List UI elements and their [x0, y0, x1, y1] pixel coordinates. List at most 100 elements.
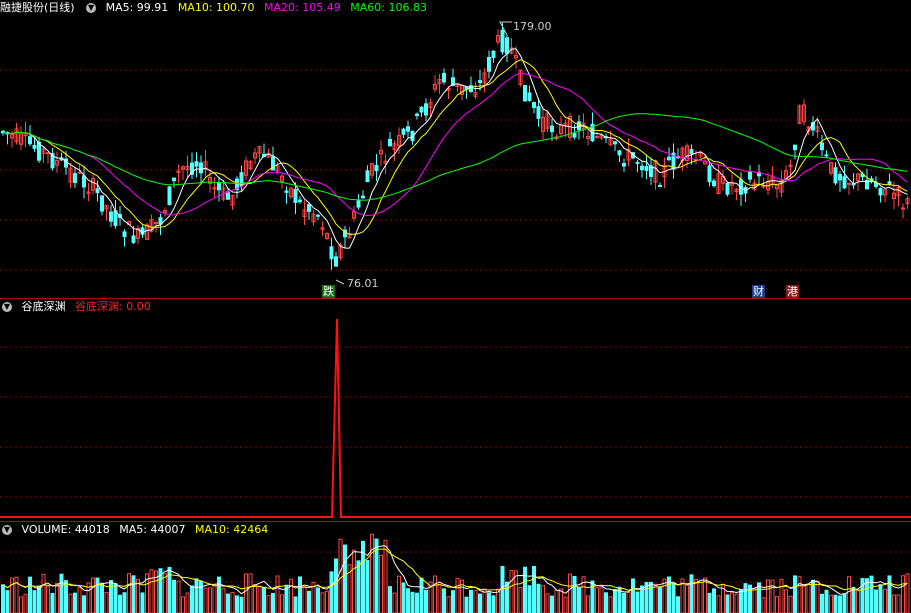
drop-tag[interactable]: 跌	[322, 285, 335, 298]
candle-body	[46, 152, 50, 155]
candle-body	[199, 162, 203, 174]
volume-bar	[208, 587, 212, 613]
ma10-label: MA10: 100.70	[177, 1, 255, 14]
candle-body	[365, 170, 370, 183]
candle-body	[613, 141, 617, 145]
volume-bar	[658, 587, 662, 613]
volume-bar	[653, 583, 658, 613]
volume-bar	[892, 594, 896, 613]
candle-body	[167, 186, 172, 206]
volume-bar	[289, 578, 293, 613]
volume-bar	[365, 560, 370, 613]
volume-bar	[298, 576, 302, 613]
volume-bar	[149, 569, 154, 613]
volume-bar	[257, 585, 262, 613]
candle-body	[595, 135, 599, 138]
volume-bar	[190, 585, 194, 613]
volume-bar	[572, 575, 577, 613]
volume-bar	[118, 594, 122, 613]
volume-bar	[32, 590, 37, 613]
volume-bar	[829, 594, 833, 613]
candle-body	[635, 161, 640, 164]
indicator-panel[interactable]: ▼ 谷底深渊 谷底深渊: 0.00	[0, 299, 911, 521]
volume-bar	[874, 589, 878, 613]
volume-bar	[676, 596, 680, 613]
volume-bar	[649, 581, 653, 613]
volume-bar	[622, 592, 626, 613]
volume-bar	[730, 592, 734, 613]
volume-bar	[226, 593, 230, 613]
candle-body	[158, 217, 163, 225]
candle-body	[293, 188, 298, 203]
volume-bar	[811, 579, 815, 613]
volume-bar	[487, 592, 491, 613]
candle-body	[532, 102, 536, 108]
volume-bar	[320, 592, 325, 613]
volume-bar	[550, 595, 554, 613]
volume-bar	[77, 586, 82, 613]
volume-bar	[775, 596, 779, 613]
candle-body	[374, 164, 379, 172]
volume-bar	[860, 577, 865, 613]
volume-bar	[541, 585, 545, 613]
volume-bar	[595, 587, 599, 613]
volume-bar	[91, 577, 95, 613]
volume-bar	[734, 593, 739, 613]
volume-bar	[527, 585, 532, 613]
volume-bar	[473, 590, 478, 613]
candle-body	[622, 162, 626, 167]
volume-bar	[109, 579, 113, 613]
volume-ma10-line	[2, 548, 908, 591]
candle-body	[617, 150, 622, 156]
volume-bar	[50, 592, 55, 613]
candle-body	[226, 191, 230, 200]
volume-bar	[199, 580, 203, 613]
finance-tag[interactable]: 财	[752, 285, 765, 298]
candle-body	[761, 185, 766, 188]
volume-bar	[397, 575, 401, 613]
ma20-label: MA20: 105.49	[264, 1, 341, 14]
volume-bar	[779, 578, 784, 613]
volume-bar	[253, 584, 257, 613]
volume-bar	[766, 579, 770, 613]
candle-body	[572, 133, 577, 138]
volume-bar	[221, 588, 226, 613]
volume-bar	[271, 592, 275, 613]
volume-bar	[5, 590, 10, 613]
chevron-down-icon[interactable]: ▼	[2, 525, 12, 535]
candle-body	[442, 72, 446, 83]
volume-bar	[113, 583, 118, 613]
volume-bar	[491, 595, 496, 613]
volume-bar	[608, 596, 613, 613]
volume-bar	[352, 549, 356, 613]
candle-body	[878, 187, 883, 196]
kline-header: 融捷股份(日线) ▼ MA5: 99.91 MA10: 100.70 MA20:…	[0, 0, 433, 16]
volume-bar	[739, 589, 743, 613]
kline-panel[interactable]: 融捷股份(日线) ▼ MA5: 99.91 MA10: 100.70 MA20:…	[0, 0, 911, 298]
volume-bar	[586, 595, 590, 613]
candle-body	[748, 171, 752, 180]
candle-body	[307, 204, 311, 212]
candle-body	[689, 149, 694, 155]
volume-panel[interactable]: ▼ VOLUME: 44018 MA5: 44007 MA10: 42464	[0, 522, 911, 613]
volume-bar	[788, 595, 793, 613]
candle-body	[842, 176, 847, 189]
volume-bar	[280, 594, 284, 613]
chevron-down-icon[interactable]: ▼	[86, 3, 97, 13]
indicator-chart[interactable]	[0, 299, 911, 521]
low-marker	[335, 279, 345, 285]
volume-bar	[316, 587, 320, 613]
hk-tag[interactable]: 港	[786, 285, 799, 298]
candle-body	[527, 92, 532, 101]
candle-body	[644, 166, 649, 171]
kline-chart[interactable]	[0, 0, 911, 298]
volume-bar	[64, 580, 68, 613]
volume-bar	[82, 595, 86, 613]
volume-bar	[28, 576, 32, 613]
chevron-down-icon[interactable]: ▼	[2, 302, 12, 312]
candle-body	[424, 103, 428, 116]
volume-bar	[545, 593, 550, 613]
volume-bar	[10, 577, 14, 613]
volume-bar	[671, 583, 676, 613]
candle-body	[550, 125, 554, 133]
